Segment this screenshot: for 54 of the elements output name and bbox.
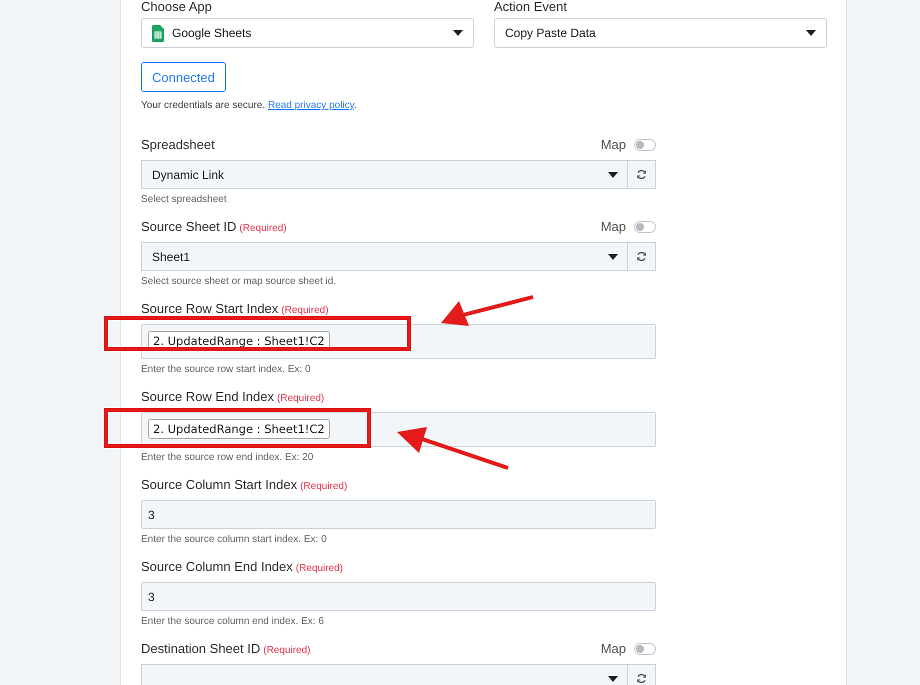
refresh-button[interactable] bbox=[628, 242, 656, 271]
input-field[interactable]: 3 bbox=[141, 582, 656, 611]
map-toggle[interactable] bbox=[634, 221, 656, 233]
field-label: Source Row End Index bbox=[141, 389, 274, 404]
connected-button[interactable]: Connected bbox=[141, 62, 226, 92]
map-toggle[interactable] bbox=[634, 139, 656, 151]
input-field[interactable]: 2. UpdatedRange : Sheet1!C2 bbox=[141, 412, 656, 447]
help-text: Enter the source row start index. Ex: 0 bbox=[141, 364, 312, 375]
required-note: (Required) bbox=[263, 645, 310, 656]
map-toggle[interactable] bbox=[634, 643, 656, 655]
required-note: (Required) bbox=[281, 305, 329, 316]
field-label: Source Row Start Index bbox=[141, 301, 278, 316]
field-label: Source Column Start Index bbox=[141, 477, 298, 492]
input-field[interactable]: 2. UpdatedRange : Sheet1!C2 bbox=[141, 324, 656, 359]
arrow-icon bbox=[397, 427, 509, 470]
refresh-button[interactable] bbox=[628, 664, 656, 685]
privacy-link[interactable]: Read privacy policy bbox=[268, 100, 354, 111]
arrow-icon bbox=[441, 295, 534, 326]
map-label: Map bbox=[600, 219, 626, 234]
required-note: (Required) bbox=[296, 563, 344, 574]
refresh-icon bbox=[636, 673, 647, 684]
caret-icon bbox=[608, 172, 618, 178]
help-text: Enter the source column end index. Ex: 6 bbox=[141, 616, 325, 627]
app-dropdown[interactable]: Google Sheets bbox=[141, 18, 474, 48]
help-text: Select source sheet or map source sheet id. bbox=[141, 276, 338, 287]
event-dropdown[interactable]: Copy Paste Data bbox=[494, 18, 827, 48]
map-label: Map bbox=[600, 641, 626, 656]
caret-icon bbox=[453, 30, 463, 36]
caret-icon bbox=[608, 676, 618, 682]
field-label: Source Sheet ID bbox=[141, 219, 236, 234]
refresh-button[interactable] bbox=[628, 160, 656, 189]
required-note: (Required) bbox=[239, 223, 287, 234]
input-field[interactable]: 3 bbox=[141, 500, 656, 529]
map-label: Map bbox=[600, 137, 626, 152]
credentials-note: Your credentials are secure. Read privacy policy. bbox=[141, 100, 358, 111]
spreadsheet-icon bbox=[152, 24, 164, 42]
caret-icon bbox=[608, 254, 618, 260]
help-text: Select spreadsheet bbox=[141, 194, 228, 205]
field-label: Choose App bbox=[141, 0, 213, 14]
dropdown-field[interactable]: Dynamic Link bbox=[141, 160, 628, 189]
refresh-icon bbox=[636, 169, 647, 180]
field-label: Spreadsheet bbox=[141, 137, 215, 152]
refresh-icon bbox=[636, 251, 647, 262]
caret-icon bbox=[806, 30, 816, 36]
required-note: (Required) bbox=[300, 481, 348, 492]
dropdown-field[interactable]: Sheet1 bbox=[141, 242, 628, 271]
help-text: Enter the source column start index. Ex: 0 bbox=[141, 534, 328, 545]
required-note: (Required) bbox=[276, 393, 324, 404]
variable-tag: 2. UpdatedRange : Sheet1!C2 bbox=[148, 419, 330, 439]
field-label: Destination Sheet ID bbox=[141, 641, 260, 656]
dropdown-field[interactable] bbox=[141, 664, 628, 685]
field-label: Action Event bbox=[494, 0, 568, 14]
field-label: Source Column End Index bbox=[141, 559, 293, 574]
help-text: Enter the source row end index. Ex: 20 bbox=[141, 452, 314, 463]
